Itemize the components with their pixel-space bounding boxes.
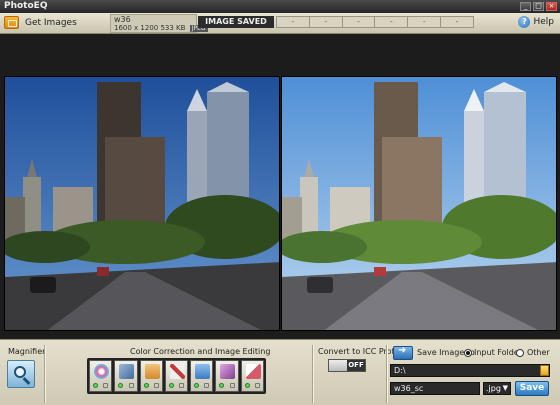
- minimize-button[interactable]: _: [520, 2, 531, 11]
- toggle-state: OFF: [347, 360, 365, 371]
- output-format-value: .jpg: [486, 384, 501, 393]
- status-indicator: IMAGE SAVED: [198, 16, 274, 28]
- icc-profile-toggle[interactable]: OFF: [328, 359, 366, 372]
- progress-bar: - - - - - -: [276, 16, 474, 28]
- levels-tool[interactable]: [139, 360, 163, 392]
- editing-tools: [87, 358, 266, 394]
- lock-icon: [153, 383, 159, 388]
- eraser-tool[interactable]: [240, 360, 264, 392]
- color-balance-tool[interactable]: [89, 360, 113, 392]
- corrected-image[interactable]: [281, 76, 557, 331]
- lock-icon: [204, 383, 210, 388]
- enabled-indicator: [168, 383, 174, 388]
- file-name: w36: [114, 15, 131, 24]
- lock-icon: [128, 383, 134, 388]
- enabled-indicator: [93, 383, 98, 388]
- original-photo: [5, 77, 279, 330]
- file-details: 1600 x 1200 533 KB JPEG: [114, 24, 208, 32]
- input-folder-radio[interactable]: [464, 349, 472, 357]
- lock-icon: [229, 383, 235, 388]
- crop-tool[interactable]: [190, 360, 214, 392]
- file-size: 533 KB: [160, 24, 186, 32]
- close-button[interactable]: ×: [546, 2, 557, 11]
- maximize-button[interactable]: □: [533, 2, 544, 11]
- color-correction-label: Color Correction and Image Editing: [130, 347, 271, 356]
- save-button[interactable]: Save: [515, 381, 549, 396]
- lock-icon: [179, 383, 185, 388]
- app-title: PhotoEQ: [4, 1, 48, 11]
- icc-profile-label: Convert to ICC Profile: [318, 347, 404, 356]
- help-label: Help: [533, 17, 554, 27]
- other-radio[interactable]: [516, 349, 524, 357]
- original-image[interactable]: [4, 76, 280, 331]
- help-button[interactable]: ? Help: [518, 16, 554, 28]
- progress-segment: -: [455, 18, 459, 26]
- color-wheel-icon: [94, 364, 109, 379]
- window-controls: _ □ ×: [520, 2, 557, 11]
- output-path-field[interactable]: D:\: [390, 364, 550, 377]
- progress-segment: -: [375, 17, 409, 27]
- progress-segment: -: [343, 17, 376, 27]
- file-dimensions: 1600 x 1200: [114, 24, 159, 32]
- get-images-button[interactable]: Get Images: [4, 16, 77, 29]
- resize-icon: [169, 364, 185, 379]
- progress-segment: -: [277, 17, 310, 27]
- toggle-knob: [329, 360, 347, 371]
- main-toolbar: Get Images w36 1600 x 1200 533 KB JPEG I…: [0, 13, 560, 34]
- enabled-indicator: [219, 383, 225, 388]
- output-format-select[interactable]: .jpg ▼: [483, 382, 511, 395]
- chevron-down-icon: ▼: [502, 384, 508, 392]
- enabled-indicator: [143, 383, 149, 388]
- enabled-indicator: [194, 383, 200, 388]
- file-info-box: w36 1600 x 1200 533 KB JPEG: [110, 14, 208, 33]
- lock-icon: [103, 383, 109, 388]
- brightness-tool[interactable]: [114, 360, 138, 392]
- folder-icon: [4, 16, 19, 29]
- corrected-photo: [282, 77, 556, 330]
- bottom-panel: Magnifier Color Correction and Image Edi…: [0, 339, 560, 405]
- enabled-indicator: [118, 383, 124, 388]
- sharpen-icon: [220, 364, 236, 379]
- eraser-icon: [245, 364, 261, 379]
- progress-segment: -: [310, 17, 343, 27]
- progress-segment: -: [408, 17, 442, 27]
- magnifier-label: Magnifier: [8, 347, 46, 356]
- crop-icon: [195, 364, 211, 379]
- browse-folder-button[interactable]: [540, 365, 549, 376]
- title-bar: PhotoEQ _ □ ×: [0, 0, 560, 13]
- sharpen-tool[interactable]: [215, 360, 239, 392]
- other-label: Other: [527, 348, 550, 357]
- image-viewport: [0, 34, 560, 339]
- enabled-indicator: [244, 383, 250, 388]
- save-to-icon: [393, 345, 413, 360]
- help-icon: ?: [518, 16, 531, 28]
- input-folder-label: Input Folder: [474, 348, 522, 357]
- resize-tool[interactable]: [164, 360, 189, 392]
- lock-icon: [254, 383, 260, 388]
- brightness-icon: [119, 364, 135, 379]
- get-images-label: Get Images: [25, 17, 77, 28]
- output-name-field[interactable]: w36_sc: [390, 382, 480, 395]
- levels-icon: [144, 364, 160, 379]
- magnifier-button[interactable]: [7, 360, 35, 388]
